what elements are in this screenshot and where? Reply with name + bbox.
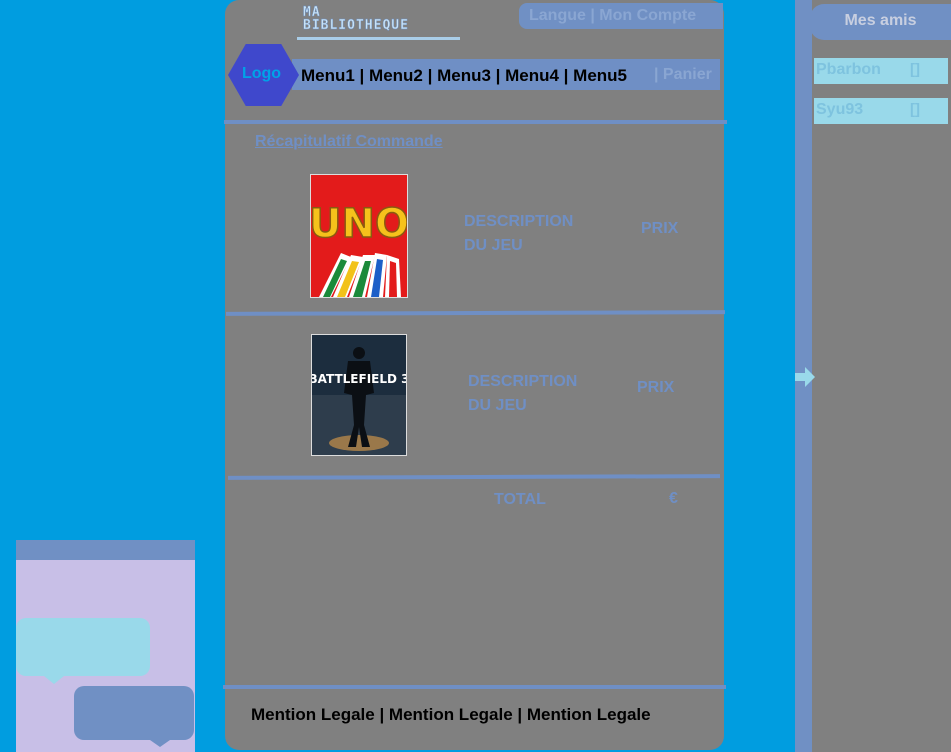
item-description-line1: DESCRIPTION (464, 213, 574, 230)
total-label: TOTAL (494, 491, 546, 508)
item-description: DESCRIPTION DU JEU (464, 210, 594, 258)
chat-message-sent (74, 686, 194, 740)
legal-footer[interactable]: Mention Legale | Mention Legale | Mentio… (251, 705, 651, 725)
battlefield-cover-art: BATTLEFIELD 3 (312, 335, 406, 455)
total-currency: € (669, 490, 678, 507)
chat-header[interactable] (16, 540, 195, 560)
site-title-line2: BIBLIOTHEQUE (303, 18, 409, 33)
chat-bubble-tail-icon (150, 740, 170, 747)
site-title[interactable]: MA BIBLIOTHEQUE (303, 6, 409, 32)
arrow-right-icon[interactable] (795, 366, 815, 393)
chat-bubble-tail-icon (44, 676, 64, 684)
friend-item[interactable]: Syu93 [] (814, 98, 948, 124)
item-description-line2: DU JEU (464, 237, 523, 254)
uno-game-cover[interactable]: UNO (310, 174, 408, 298)
friend-status: [] (910, 61, 920, 78)
friend-name: Syu93 (816, 101, 864, 118)
header-divider (224, 120, 727, 124)
item-description: DESCRIPTION DU JEU (468, 370, 598, 418)
chat-message-received (16, 618, 150, 676)
friend-item[interactable]: Pbarbon [] (814, 58, 948, 84)
site-title-underline (297, 37, 460, 40)
item-description-line1: DESCRIPTION (468, 373, 578, 390)
order-summary-title[interactable]: Récapitulatif Commande (255, 133, 443, 151)
uno-logo-text: UNO (311, 201, 407, 247)
item-price: PRIX (637, 379, 675, 396)
battlefield-logo-text: BATTLEFIELD 3 (312, 372, 406, 386)
friend-status: [] (910, 101, 920, 118)
battlefield-3-game-cover[interactable]: BATTLEFIELD 3 (311, 334, 407, 456)
item-description-line2: DU JEU (468, 397, 527, 414)
uno-cover-art: UNO (311, 175, 407, 297)
cart-link[interactable]: | Panier (654, 64, 712, 86)
account-links[interactable]: Langue | Mon Compte (519, 3, 723, 29)
footer-divider (223, 685, 726, 689)
friend-name: Pbarbon (816, 61, 881, 78)
main-menu[interactable]: Menu1 | Menu2 | Menu3 | Menu4 | Menu5 (301, 64, 627, 88)
friends-title[interactable]: Mes amis (810, 4, 951, 40)
item-price: PRIX (641, 220, 679, 237)
